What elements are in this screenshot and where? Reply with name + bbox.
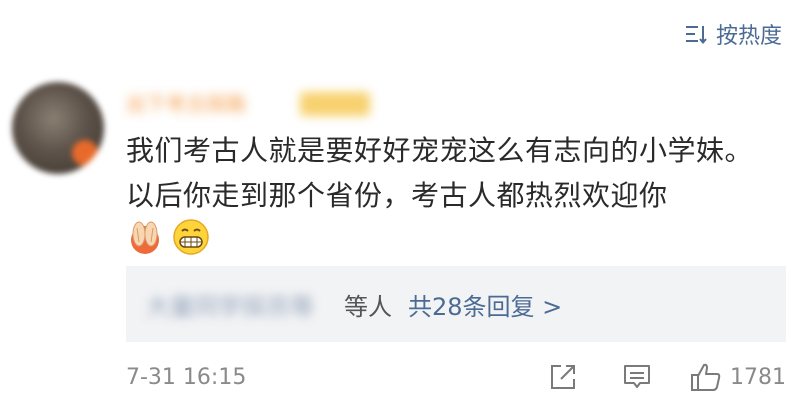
comment-footer: 7-31 16:15 1781 bbox=[126, 362, 786, 392]
comment-actions: 1781 bbox=[548, 362, 786, 392]
reply-suffix: 等人 bbox=[344, 292, 392, 321]
view-replies-link[interactable]: 共28条回复 > bbox=[408, 287, 562, 322]
sort-icon bbox=[684, 23, 708, 45]
like-count: 1781 bbox=[730, 364, 786, 390]
grinning-face-icon bbox=[173, 219, 209, 255]
avatar[interactable] bbox=[12, 82, 104, 174]
share-icon bbox=[551, 365, 575, 389]
share-button[interactable] bbox=[548, 362, 578, 392]
comment-button[interactable] bbox=[622, 362, 652, 392]
comment-timestamp: 7-31 16:15 bbox=[126, 364, 247, 390]
comment-username[interactable]: 出下考古探路 bbox=[126, 88, 246, 117]
clapping-hands-icon bbox=[131, 221, 159, 254]
like-button[interactable]: 1781 bbox=[690, 362, 786, 392]
sort-by-hot-button[interactable]: 按热度 bbox=[684, 18, 782, 50]
thumbs-up-icon bbox=[691, 363, 721, 391]
sort-label: 按热度 bbox=[715, 24, 782, 49]
reply-user-names: 大量同学探员等 bbox=[146, 292, 314, 321]
comment-text: 我们考古人就是要好好宠宠这么有志向的小学妹。以后你走到那个省份，考古人都热烈欢迎… bbox=[126, 134, 754, 212]
comment-icon bbox=[624, 365, 650, 388]
user-badge bbox=[300, 92, 370, 116]
replies-preview[interactable]: 大量同学探员等 等人 共28条回复 > bbox=[126, 266, 786, 342]
emoji-row bbox=[126, 218, 210, 256]
